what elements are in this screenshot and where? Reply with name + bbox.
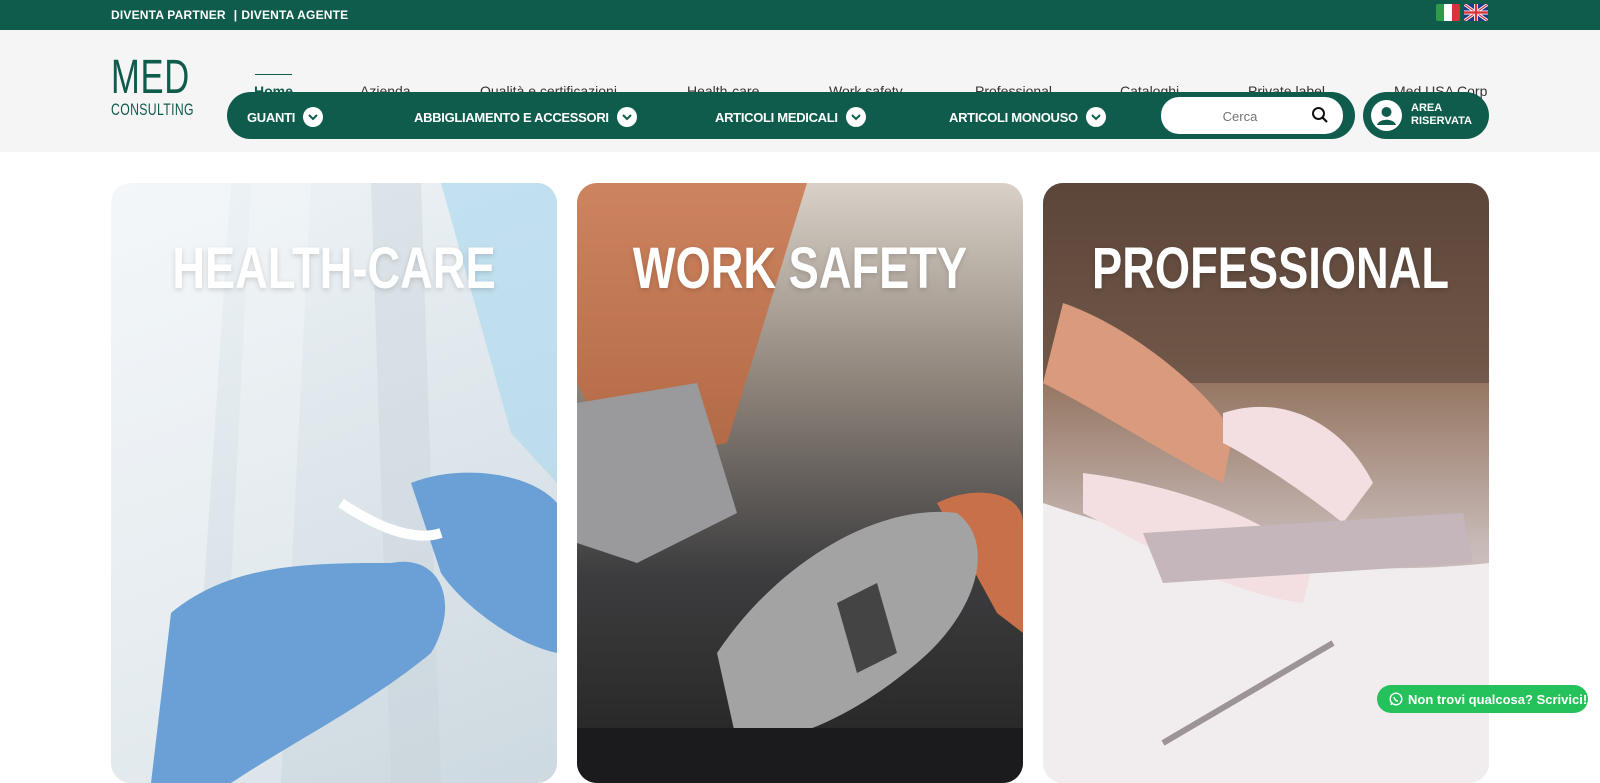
professional-title: PROFESSIONAL bbox=[1092, 236, 1449, 301]
category-abbigliamento-label: ABBIGLIAMENTO E ACCESSORI bbox=[414, 109, 609, 125]
category-abbigliamento[interactable]: ABBIGLIAMENTO E ACCESSORI bbox=[414, 107, 637, 127]
search-input[interactable] bbox=[1175, 106, 1305, 126]
chevron-down-icon bbox=[303, 107, 324, 127]
reserved-area-label: AREA RISERVATA bbox=[1411, 102, 1472, 128]
reserved-area-line2: RISERVATA bbox=[1411, 115, 1472, 127]
category-guanti-label: GUANTI bbox=[247, 109, 296, 125]
whatsapp-label: Non trovi qualcosa? Scrivici! bbox=[1408, 691, 1588, 707]
top-bar: DIVENTA PARTNER | DIVENTA AGENTE bbox=[0, 0, 1600, 30]
become-partner-link[interactable]: DIVENTA PARTNER bbox=[111, 8, 226, 22]
become-agent-link[interactable]: DIVENTA AGENTE bbox=[241, 8, 348, 22]
category-medicali[interactable]: ARTICOLI MEDICALI bbox=[715, 107, 866, 127]
topbar-links: DIVENTA PARTNER | DIVENTA AGENTE bbox=[111, 8, 348, 22]
category-guanti[interactable]: GUANTI bbox=[247, 107, 324, 127]
chevron-down-icon bbox=[1085, 107, 1106, 127]
reserved-area-line1: AREA bbox=[1411, 102, 1443, 114]
search-box bbox=[1161, 97, 1343, 134]
chevron-down-icon bbox=[845, 107, 866, 127]
healthcare-card[interactable]: HEALTH-CARE bbox=[111, 183, 557, 783]
uk-flag-icon[interactable] bbox=[1464, 4, 1488, 21]
category-monouso[interactable]: ARTICOLI MONOUSO bbox=[949, 107, 1106, 127]
category-monouso-label: ARTICOLI MONOUSO bbox=[949, 109, 1078, 125]
category-medicali-label: ARTICOLI MEDICALI bbox=[715, 109, 838, 125]
whatsapp-icon bbox=[1389, 692, 1403, 706]
reserved-area-button[interactable]: AREA RISERVATA bbox=[1363, 92, 1489, 139]
topbar-separator: | bbox=[233, 8, 238, 22]
logo-consulting: CONSULTING bbox=[111, 100, 194, 119]
user-icon bbox=[1371, 100, 1402, 131]
work-safety-title: WORK SAFETY bbox=[632, 236, 968, 301]
whatsapp-chat-button[interactable]: Non trovi qualcosa? Scrivici! bbox=[1377, 685, 1588, 713]
work-safety-card[interactable]: WORK SAFETY bbox=[577, 183, 1023, 783]
chevron-down-icon bbox=[616, 107, 637, 127]
main-navigation: Home Azienda Qualità e certificazioni He… bbox=[0, 60, 1600, 99]
healthcare-title: HEALTH-CARE bbox=[172, 236, 496, 301]
site-header: MED CONSULTING Home Azienda Qualità e ce… bbox=[0, 30, 1600, 152]
italian-flag-icon[interactable] bbox=[1436, 4, 1460, 21]
active-nav-indicator bbox=[255, 74, 292, 75]
category-bar: GUANTI ABBIGLIAMENTO E ACCESSORI ARTICOL… bbox=[227, 92, 1355, 139]
search-icon[interactable] bbox=[1311, 106, 1329, 124]
